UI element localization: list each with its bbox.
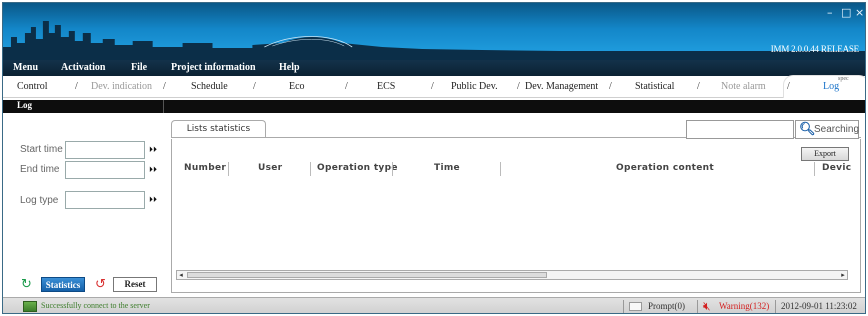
end-time-field[interactable] bbox=[65, 161, 145, 179]
horizontal-scrollbar[interactable]: ◂ ▸ bbox=[176, 270, 848, 280]
column-divider[interactable] bbox=[310, 162, 311, 176]
search-button-label: Searching bbox=[814, 124, 860, 135]
log-type-label: Log type bbox=[20, 195, 59, 206]
end-time-label: End time bbox=[20, 164, 60, 175]
connection-status-text: Successfully connect to the server bbox=[41, 301, 150, 310]
column-divider[interactable] bbox=[228, 162, 229, 176]
log-type-dropdown-icon[interactable]: ⏵⏵ bbox=[149, 195, 159, 205]
tab-separator: / bbox=[163, 81, 166, 92]
column-header-device[interactable]: Devic bbox=[822, 163, 851, 173]
tab-control[interactable]: Control bbox=[17, 81, 48, 92]
module-tabs: spec Control / Dev. indication / Schedul… bbox=[3, 75, 865, 98]
tab-separator: / bbox=[787, 81, 790, 92]
status-datetime: 2012-09-01 11:23:02 bbox=[781, 301, 857, 311]
start-time-field[interactable] bbox=[65, 141, 145, 159]
warning-speaker-icon[interactable]: 🔇︎ bbox=[703, 299, 711, 313]
prompt-count[interactable]: Prompt(0) bbox=[648, 301, 685, 311]
log-type-select[interactable] bbox=[65, 191, 145, 209]
tab-separator: / bbox=[75, 81, 78, 92]
version-label: IMM 2.0.0.44 RELEASE bbox=[770, 44, 859, 54]
tab-note-alarm[interactable]: Note alarm bbox=[721, 81, 766, 92]
tab-log[interactable]: Log bbox=[823, 81, 839, 92]
reset-button[interactable]: Reset bbox=[113, 277, 157, 292]
end-time-picker-icon[interactable]: ⏵⏵ bbox=[149, 165, 159, 175]
column-header-operation-content[interactable]: Operation content bbox=[616, 163, 714, 173]
export-button[interactable]: Export bbox=[801, 147, 849, 161]
column-divider[interactable] bbox=[814, 162, 815, 176]
close-button[interactable]: × bbox=[855, 6, 864, 19]
column-header-number[interactable]: Number bbox=[184, 163, 226, 173]
tab-eco[interactable]: Eco bbox=[289, 81, 305, 92]
column-divider[interactable] bbox=[392, 162, 393, 176]
column-header-user[interactable]: User bbox=[258, 163, 282, 173]
status-bar: Successfully connect to the server Promp… bbox=[3, 297, 865, 313]
status-divider bbox=[775, 300, 776, 313]
log-table: Number User Operation type Time Operatio… bbox=[171, 139, 861, 293]
start-time-picker-icon[interactable]: ⏵⏵ bbox=[149, 145, 159, 155]
tab-separator: / bbox=[253, 81, 256, 92]
tab-separator: / bbox=[697, 81, 700, 92]
statistics-button[interactable]: Statistics bbox=[41, 277, 85, 292]
active-tab-caption: spec bbox=[838, 76, 849, 82]
column-header-time[interactable]: Time bbox=[434, 163, 460, 173]
tab-schedule[interactable]: Schedule bbox=[191, 81, 228, 92]
section-title: Log bbox=[17, 100, 33, 110]
tab-dev-management[interactable]: Dev. Management bbox=[525, 81, 598, 92]
status-divider bbox=[697, 300, 698, 313]
search-icon: 🔍︎ bbox=[799, 122, 816, 137]
reset-icon[interactable]: ↺ bbox=[95, 278, 109, 292]
tab-public-dev[interactable]: Public Dev. bbox=[451, 81, 498, 92]
tab-lists-statistics[interactable]: Lists statistics bbox=[171, 120, 266, 138]
menu-help[interactable]: Help bbox=[279, 62, 300, 73]
tab-separator: / bbox=[345, 81, 348, 92]
column-divider[interactable] bbox=[500, 162, 501, 176]
maximize-button[interactable]: □ bbox=[841, 6, 851, 19]
status-divider bbox=[623, 300, 624, 313]
scroll-right-arrow-icon[interactable]: ▸ bbox=[839, 271, 847, 279]
start-time-label: Start time bbox=[20, 144, 63, 155]
menu-menu[interactable]: Menu bbox=[13, 62, 38, 73]
tab-separator: / bbox=[431, 81, 434, 92]
server-connection-icon bbox=[23, 301, 37, 312]
content-panel: Lists statistics 🔍︎ Searching Number Use… bbox=[163, 113, 865, 297]
menu-project-information[interactable]: Project information bbox=[171, 62, 256, 73]
search-input[interactable] bbox=[686, 120, 794, 139]
filter-panel: Start time ⏵⏵ End time ⏵⏵ Log type ⏵⏵ ↻ … bbox=[3, 113, 163, 297]
mail-icon[interactable] bbox=[629, 302, 642, 311]
search-button[interactable]: 🔍︎ Searching bbox=[795, 120, 859, 139]
scroll-left-arrow-icon[interactable]: ◂ bbox=[177, 271, 185, 279]
tab-ecs[interactable]: ECS bbox=[377, 81, 395, 92]
menu-bar: Menu Activation File Project information… bbox=[3, 60, 865, 76]
tab-separator: / bbox=[609, 81, 612, 92]
minimize-button[interactable]: – bbox=[827, 6, 833, 19]
header-banner: – □ × IMM 2.0.0.44 RELEASE bbox=[3, 3, 865, 60]
tab-statistical[interactable]: Statistical bbox=[635, 81, 674, 92]
scrollbar-thumb[interactable] bbox=[187, 272, 547, 278]
menu-activation[interactable]: Activation bbox=[61, 62, 105, 73]
section-divider bbox=[163, 100, 164, 113]
section-title-bar: Log bbox=[3, 100, 865, 113]
tab-separator: / bbox=[517, 81, 520, 92]
warning-count[interactable]: Warning(132) bbox=[719, 301, 769, 311]
city-skyline-graphic bbox=[3, 21, 865, 60]
app-window: – □ × IMM 2.0.0.44 RELEASE Menu Activati… bbox=[2, 2, 866, 314]
menu-file[interactable]: File bbox=[131, 62, 147, 73]
refresh-icon[interactable]: ↻ bbox=[21, 278, 35, 292]
tab-dev-indication[interactable]: Dev. indication bbox=[91, 81, 152, 92]
column-header-operation-type[interactable]: Operation type bbox=[317, 163, 398, 173]
